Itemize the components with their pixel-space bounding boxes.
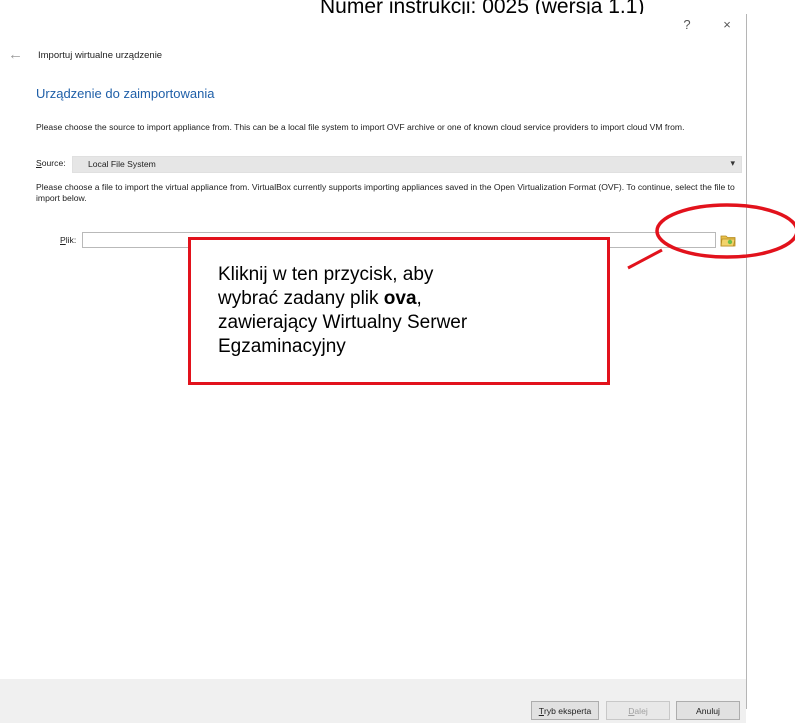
annotation-box: Kliknij w ten przycisk, aby wybrać zadan… bbox=[188, 237, 610, 385]
wizard-footer: Tryb eksperta Dalej Anuluj bbox=[0, 679, 746, 723]
annotation-text: Kliknij w ten przycisk, aby wybrać zadan… bbox=[218, 264, 468, 357]
source-select-value: Local File System bbox=[88, 159, 156, 169]
file-description: Please choose a file to import the virtu… bbox=[36, 182, 735, 203]
cancel-button[interactable]: Anuluj bbox=[676, 701, 740, 720]
chevron-down-icon: ▾ bbox=[730, 158, 735, 168]
wizard-title: Importuj wirtualne urządzenie bbox=[38, 50, 163, 61]
next-button[interactable]: Dalej bbox=[606, 701, 670, 720]
source-description: Please choose the source to import appli… bbox=[36, 122, 685, 132]
expert-mode-button[interactable]: Tryb eksperta bbox=[531, 701, 599, 720]
help-button[interactable]: ? bbox=[678, 14, 696, 36]
choose-file-button[interactable] bbox=[720, 232, 736, 248]
source-row: Source: Local File System ▾ bbox=[36, 156, 742, 173]
source-select[interactable]: Local File System ▾ bbox=[72, 156, 742, 173]
folder-icon bbox=[720, 235, 736, 247]
title-bar-buttons: ? × bbox=[678, 14, 736, 36]
close-button[interactable]: × bbox=[718, 14, 736, 36]
file-label: Plik: bbox=[60, 235, 77, 245]
back-arrow-icon[interactable]: ← bbox=[8, 47, 23, 63]
source-label: Source: bbox=[36, 158, 66, 168]
page-title: Urządzenie do zaimportowania bbox=[36, 86, 215, 101]
